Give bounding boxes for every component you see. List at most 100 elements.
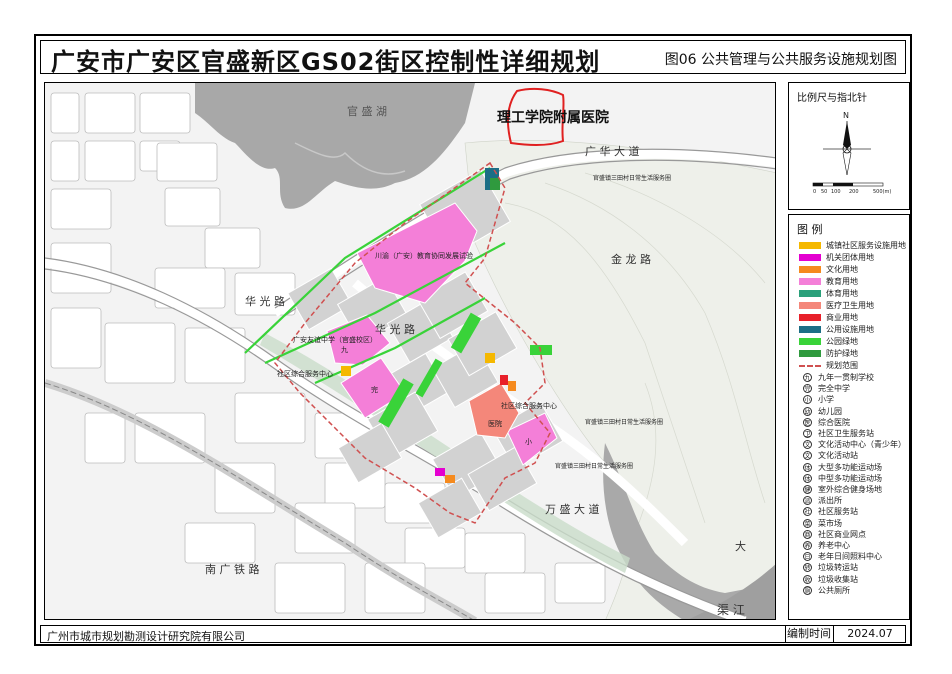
legend-panel: 图 例 城镇社区服务设施用地 机关团体用地 文化用地 教育用地 体育用地 医疗卫生用地 商业… (788, 214, 910, 620)
legend-label: 公用设施用地 (826, 325, 874, 334)
scale-compass-panel: 比例尺与指北针 N 0 50 100 200 500(m) (788, 82, 910, 210)
legend-label: 垃圾转运站 (818, 563, 858, 573)
legend-facility-item: 幼幼儿园 (799, 406, 842, 417)
lake-label: 官 盛 湖 (347, 105, 387, 118)
legend-landuse-item: 公用设施用地 (799, 325, 874, 335)
legend-facility-item: 文文化活动站 (799, 451, 858, 461)
facility-symbol-icon: 商 (803, 529, 812, 539)
scale-tick-100: 100 (831, 189, 841, 195)
legend-label: 室外综合健身场地 (818, 485, 882, 494)
facility-symbol-icon: 派 (803, 496, 812, 506)
river-label: 渠 江 (717, 603, 745, 617)
legend-facility-item: 健室外综合健身场地 (799, 485, 882, 495)
legend-landuse-item: 教育用地 (799, 277, 858, 287)
legend-label: 教育用地 (826, 277, 858, 286)
legend-facility-item: 体中型多功能运动场 (799, 473, 882, 484)
facility-symbol-icon: 卫 (803, 429, 812, 438)
legend-landuse-item: 文化用地 (799, 265, 858, 275)
legend-label: 九年一贯制学校 (818, 373, 874, 382)
facility-symbol-icon: 菜 (803, 518, 812, 528)
legend-label: 防护绿地 (826, 349, 858, 358)
legend-swatch (799, 338, 821, 345)
legend-title: 图 例 (797, 223, 823, 236)
legend-label: 完全中学 (818, 384, 850, 394)
community-center-east-label: 社区综合服务中心 (501, 402, 557, 410)
legend-facility-item: 日老年日间照料中心 (799, 552, 882, 562)
legend-facility-item: 养养老中心 (799, 541, 850, 551)
school-jiu-symbol: 九 (341, 346, 348, 354)
legend-swatch (799, 278, 821, 285)
facility-symbol-icon: 社 (803, 507, 812, 517)
company-name: 广州市城市规划勘测设计研究院有限公司 (47, 630, 245, 643)
legend-facility-item: 文文化活动中心（青少年） (799, 440, 906, 450)
road-label-huaguang-west: 华 光 路 (245, 295, 285, 308)
village-label-3: 官盛镇三田村日常生活服务圈 (555, 463, 634, 470)
legend-label: 菜市场 (818, 518, 842, 528)
legend-facility-item: 商社区商业网点 (799, 529, 866, 540)
legend-swatch (799, 302, 821, 309)
legend-swatch (799, 254, 821, 261)
map-title: 广安市广安区官盛新区GS02街区控制性详细规划 (51, 48, 601, 76)
rail-label: 南 广 铁 路 (205, 563, 260, 576)
legend-label: 规划范围 (826, 361, 858, 370)
legend-label: 小学 (818, 395, 834, 405)
legend-label: 社区服务站 (818, 507, 858, 517)
legend-swatch (799, 242, 821, 249)
legend-label: 中型多功能运动场 (818, 473, 882, 483)
facility-symbol-icon: 小 (803, 395, 812, 405)
legend-landuse-item: 机关团体用地 (799, 253, 874, 263)
legend-facility-item: 派派出所 (799, 496, 842, 506)
facility-symbol-icon: 九 (803, 373, 812, 382)
hospital-label: 医院 (488, 420, 502, 428)
legend-swatch (799, 326, 821, 333)
facility-symbol-icon: 医 (803, 417, 812, 427)
legend-label: 文化活动站 (818, 451, 858, 461)
road-label-jinlong: 金 龙 路 (611, 253, 651, 266)
legend-label: 派出所 (818, 496, 842, 506)
school-west-label: 广安友谊中学（官盛校区） (293, 336, 377, 344)
footer: 广州市城市规划勘测设计研究院有限公司 编制时间 2024.07 (40, 625, 906, 643)
river-label-right: 大 (735, 540, 746, 553)
scale-tick-200: 200 (849, 189, 859, 195)
legend-landuse-item: 规划范围 (799, 361, 858, 371)
map-canvas[interactable]: 官 盛 湖 理工学院附属医院 广 华 大 道 金 龙 路 华 光 路 万 盛 大… (44, 82, 776, 620)
facility-symbol-icon: 日 (803, 552, 812, 562)
legend-facility-item: 九九年一贯制学校 (799, 373, 874, 383)
legend-facility-item: 社社区服务站 (799, 507, 858, 517)
legend-facility-item: 菜菜市场 (799, 518, 842, 529)
legend-swatch (799, 350, 821, 357)
legend-landuse-item: 防护绿地 (799, 349, 858, 359)
sheet-title: 图06 公共管理与公共服务设施规划图 (664, 52, 897, 68)
legend-label: 大型多功能运动场 (818, 462, 882, 472)
legend-landuse-item: 医疗卫生用地 (799, 301, 874, 311)
legend-label: 文化活动中心（青少年） (818, 440, 906, 450)
legend-label: 文化用地 (826, 265, 858, 274)
legend-facility-item: 医综合医院 (799, 417, 850, 428)
legend-swatch (799, 266, 821, 273)
facility-symbol-icon: 文 (803, 440, 812, 450)
facility-symbol-icon: 体 (803, 462, 812, 472)
legend-label: 幼儿园 (818, 406, 842, 416)
facility-symbol-icon: 转 (803, 563, 812, 573)
legend-swatch (799, 290, 821, 297)
school-wan-symbol: 完 (371, 386, 378, 394)
legend-label: 社区卫生服务站 (818, 429, 874, 438)
facility-symbol-icon: 厕 (803, 585, 812, 595)
legend-label: 城镇社区服务设施用地 (826, 241, 906, 250)
road-label-wansheng: 万 盛 大 道 (545, 503, 600, 516)
legend-facility-item: 体大型多功能运动场 (799, 462, 882, 473)
scale-tick-50: 50 (821, 189, 828, 195)
community-center-label: 社区综合服务中心 (277, 370, 333, 378)
date-label: 编制时间 (785, 626, 831, 642)
legend-label: 养老中心 (818, 541, 850, 550)
facility-symbol-icon: 幼 (803, 406, 812, 416)
legend-label: 医疗卫生用地 (826, 301, 874, 310)
hospital-annotation: 理工学院附属医院 (497, 110, 609, 126)
facility-symbol-icon: 收 (803, 574, 812, 584)
north-label: N (843, 111, 849, 120)
legend-label: 公园绿地 (826, 337, 858, 346)
legend-facility-item: 小小学 (799, 395, 834, 405)
legend-facility-item: 收垃圾收集站 (799, 574, 858, 585)
facility-symbol-icon: 完 (803, 384, 812, 394)
legend-label: 社区商业网点 (818, 529, 866, 539)
